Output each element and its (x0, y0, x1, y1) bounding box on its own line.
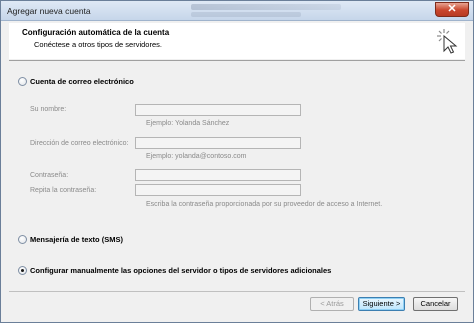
manual-config-label[interactable]: Configurar manualmente las opciones del … (30, 266, 331, 275)
next-button-label: Siguiente > (362, 299, 401, 308)
sms-label[interactable]: Mensajería de texto (SMS) (30, 235, 123, 244)
footer-divider (9, 291, 465, 292)
background-window-subtitle-ghost (191, 12, 301, 17)
header-divider (9, 60, 465, 61)
email-account-label[interactable]: Cuenta de correo electrónico (30, 77, 134, 86)
email-hint: Ejemplo: yolanda@contoso.com (146, 153, 247, 160)
repeat-password-input[interactable] (135, 184, 301, 196)
name-hint: Ejemplo: Yolanda Sánchez (146, 120, 230, 127)
repeat-password-hint: Escriba la contraseña proporcionada por … (146, 201, 383, 208)
header-title: Configuración automática de la cuenta (22, 28, 170, 37)
window-title: Agregar nueva cuenta (7, 6, 91, 16)
add-account-dialog: Agregar nueva cuenta ✕ Configuración aut… (0, 0, 474, 323)
header-subtitle: Conéctese a otros tipos de servidores. (34, 40, 162, 49)
name-input[interactable] (135, 104, 301, 116)
sms-radio[interactable] (18, 235, 27, 244)
cancel-button-label: Cancelar (420, 299, 451, 308)
back-button[interactable]: < Atrás (310, 297, 354, 311)
back-button-label: < Atrás (320, 299, 344, 308)
email-account-radio[interactable] (18, 77, 27, 86)
email-input[interactable] (135, 137, 301, 149)
background-window-title-ghost (191, 4, 341, 10)
wizard-header: Configuración automática de la cuenta Co… (9, 23, 465, 59)
cursor-click-icon (437, 29, 458, 54)
next-button[interactable]: Siguiente > (358, 297, 405, 311)
title-bar[interactable]: Agregar nueva cuenta ✕ (1, 1, 473, 21)
close-icon: ✕ (447, 3, 457, 15)
name-field-label: Su nombre: (30, 106, 67, 113)
close-button[interactable]: ✕ (435, 2, 469, 17)
repeat-password-field-label: Repita la contraseña: (30, 187, 97, 194)
password-field-label: Contraseña: (30, 172, 69, 179)
manual-config-radio[interactable] (18, 266, 27, 275)
password-input[interactable] (135, 169, 301, 181)
cancel-button[interactable]: Cancelar (413, 297, 458, 311)
email-field-label: Dirección de correo electrónico: (30, 140, 129, 147)
